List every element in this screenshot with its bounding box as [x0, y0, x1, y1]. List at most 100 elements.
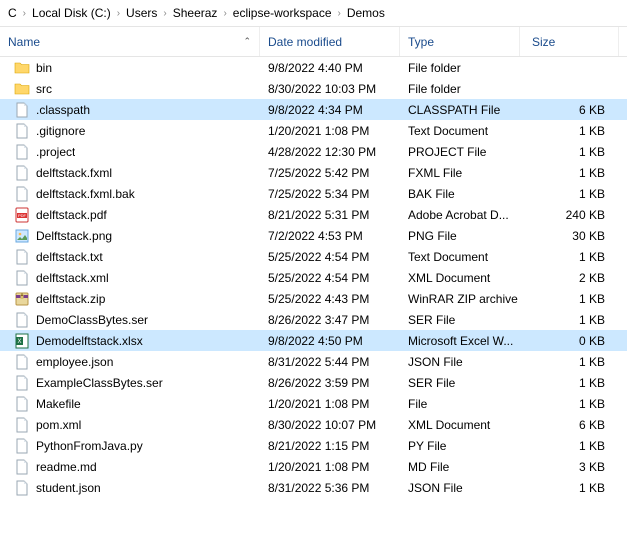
file-name: DemoClassBytes.ser	[36, 313, 148, 327]
table-row[interactable]: delftstack.xml 5/25/2022 4:54 PMXML Docum…	[0, 267, 627, 288]
folder-icon	[14, 60, 30, 76]
file-date: 8/21/2022 1:15 PM	[260, 439, 400, 453]
file-icon	[14, 417, 30, 433]
file-icon	[14, 312, 30, 328]
file-date: 4/28/2022 12:30 PM	[260, 145, 400, 159]
file-date: 7/25/2022 5:34 PM	[260, 187, 400, 201]
file-name: readme.md	[36, 460, 97, 474]
file-type: SER File	[400, 376, 520, 390]
table-row[interactable]: readme.md1/20/2021 1:08 PMMD File3 KB	[0, 456, 627, 477]
breadcrumb-segment[interactable]: Users	[126, 6, 157, 20]
breadcrumb-segment[interactable]: C	[8, 6, 17, 20]
file-size: 1 KB	[520, 313, 619, 327]
file-name: PythonFromJava.py	[36, 439, 143, 453]
column-headers: Name ⌃ Date modified Type Size	[0, 27, 627, 57]
file-name: delftstack.fxml	[36, 166, 112, 180]
file-type: MD File	[400, 460, 520, 474]
file-icon	[14, 270, 30, 286]
file-size: 1 KB	[520, 166, 619, 180]
table-row[interactable]: delftstack.zip5/25/2022 4:43 PMWinRAR ZI…	[0, 288, 627, 309]
file-icon	[14, 144, 30, 160]
file-size: 6 KB	[520, 418, 619, 432]
table-row[interactable]: PDFdelftstack.pdf8/21/2022 5:31 PMAdobe …	[0, 204, 627, 225]
file-name: delftstack.zip	[36, 292, 105, 306]
table-row[interactable]: ExampleClassBytes.ser8/26/2022 3:59 PMSE…	[0, 372, 627, 393]
header-size[interactable]: Size	[520, 27, 619, 56]
file-size: 1 KB	[520, 187, 619, 201]
file-date: 8/26/2022 3:59 PM	[260, 376, 400, 390]
breadcrumb-segment[interactable]: Local Disk (C:)	[32, 6, 111, 20]
folder-icon	[14, 81, 30, 97]
file-name: student.json	[36, 481, 101, 495]
table-row[interactable]: delftstack.fxml 7/25/2022 5:42 PMFXML Fil…	[0, 162, 627, 183]
header-date[interactable]: Date modified	[260, 27, 400, 56]
file-type: File folder	[400, 61, 520, 75]
file-date: 1/20/2021 1:08 PM	[260, 124, 400, 138]
table-row[interactable]: Makefile1/20/2021 1:08 PMFile1 KB	[0, 393, 627, 414]
file-size: 0 KB	[520, 334, 619, 348]
file-date: 8/31/2022 5:36 PM	[260, 481, 400, 495]
chevron-right-icon: ›	[338, 8, 341, 19]
breadcrumb-segment[interactable]: eclipse-workspace	[233, 6, 332, 20]
sort-caret-icon: ⌃	[243, 36, 251, 47]
table-row[interactable]: student.json8/31/2022 5:36 PMJSON File1 …	[0, 477, 627, 498]
table-row[interactable]: .classpath 9/8/2022 4:34 PMCLASSPATH File…	[0, 99, 627, 120]
breadcrumb[interactable]: C›Local Disk (C:)›Users›Sheeraz›eclipse-…	[0, 0, 627, 27]
table-row[interactable]: X Demodelftstack.xlsx 9/8/2022 4:50 PMMicr…	[0, 330, 627, 351]
zip-icon	[14, 291, 30, 307]
table-row[interactable]: DemoClassBytes.ser8/26/2022 3:47 PMSER F…	[0, 309, 627, 330]
file-type: SER File	[400, 313, 520, 327]
file-list: bin9/8/2022 4:40 PMFile foldersrc8/30/20…	[0, 57, 627, 498]
file-icon	[14, 375, 30, 391]
breadcrumb-segment[interactable]: Demos	[347, 6, 385, 20]
header-type[interactable]: Type	[400, 27, 520, 56]
file-name: employee.json	[36, 355, 113, 369]
table-row[interactable]: delftstack.txt5/25/2022 4:54 PMText Docu…	[0, 246, 627, 267]
xlsx-icon: X	[14, 333, 30, 349]
file-name: .project	[36, 145, 75, 159]
file-type: BAK File	[400, 187, 520, 201]
file-date: 7/25/2022 5:42 PM	[260, 166, 400, 180]
table-row[interactable]: delftstack.fxml.bak 7/25/2022 5:34 PMBAK …	[0, 183, 627, 204]
pdf-icon: PDF	[14, 207, 30, 223]
table-row[interactable]: src8/30/2022 10:03 PMFile folder	[0, 78, 627, 99]
svg-text:PDF: PDF	[18, 213, 27, 218]
chevron-right-icon: ›	[163, 8, 166, 19]
header-name[interactable]: Name ⌃	[0, 27, 260, 56]
table-row[interactable]: bin9/8/2022 4:40 PMFile folder	[0, 57, 627, 78]
table-row[interactable]: .project4/28/2022 12:30 PMPROJECT File1 …	[0, 141, 627, 162]
file-date: 9/8/2022 4:34 PM	[260, 103, 400, 117]
file-name: .classpath	[36, 103, 90, 117]
file-icon	[14, 354, 30, 370]
file-name: .gitignore	[36, 124, 85, 138]
table-row[interactable]: employee.json8/31/2022 5:44 PMJSON File1…	[0, 351, 627, 372]
file-type: PNG File	[400, 229, 520, 243]
file-name: delftstack.xml	[36, 271, 109, 285]
file-name: bin	[36, 61, 52, 75]
file-date: 9/8/2022 4:50 PM	[260, 334, 400, 348]
table-row[interactable]: pom.xml8/30/2022 10:07 PMXML Document6 K…	[0, 414, 627, 435]
file-type: FXML File	[400, 166, 520, 180]
file-name: delftstack.fxml.bak	[36, 187, 135, 201]
file-size: 3 KB	[520, 460, 619, 474]
file-type: XML Document	[400, 271, 520, 285]
file-name: Demodelftstack.xlsx	[36, 334, 143, 348]
table-row[interactable]: Delftstack.png7/2/2022 4:53 PMPNG File30…	[0, 225, 627, 246]
table-row[interactable]: .gitignore1/20/2021 1:08 PMText Document…	[0, 120, 627, 141]
breadcrumb-segment[interactable]: Sheeraz	[173, 6, 218, 20]
file-icon	[14, 165, 30, 181]
file-icon	[14, 123, 30, 139]
file-name: Delftstack.png	[36, 229, 112, 243]
file-type: PY File	[400, 439, 520, 453]
file-size: 30 KB	[520, 229, 619, 243]
file-type: Microsoft Excel W...	[400, 334, 520, 348]
file-type: CLASSPATH File	[400, 103, 520, 117]
file-date: 5/25/2022 4:54 PM	[260, 250, 400, 264]
table-row[interactable]: PythonFromJava.py 8/21/2022 1:15 PMPY Fil…	[0, 435, 627, 456]
file-size: 1 KB	[520, 397, 619, 411]
file-icon	[14, 480, 30, 496]
file-size: 2 KB	[520, 271, 619, 285]
file-name: src	[36, 82, 52, 96]
header-size-label: Size	[532, 35, 555, 49]
file-date: 5/25/2022 4:54 PM	[260, 271, 400, 285]
